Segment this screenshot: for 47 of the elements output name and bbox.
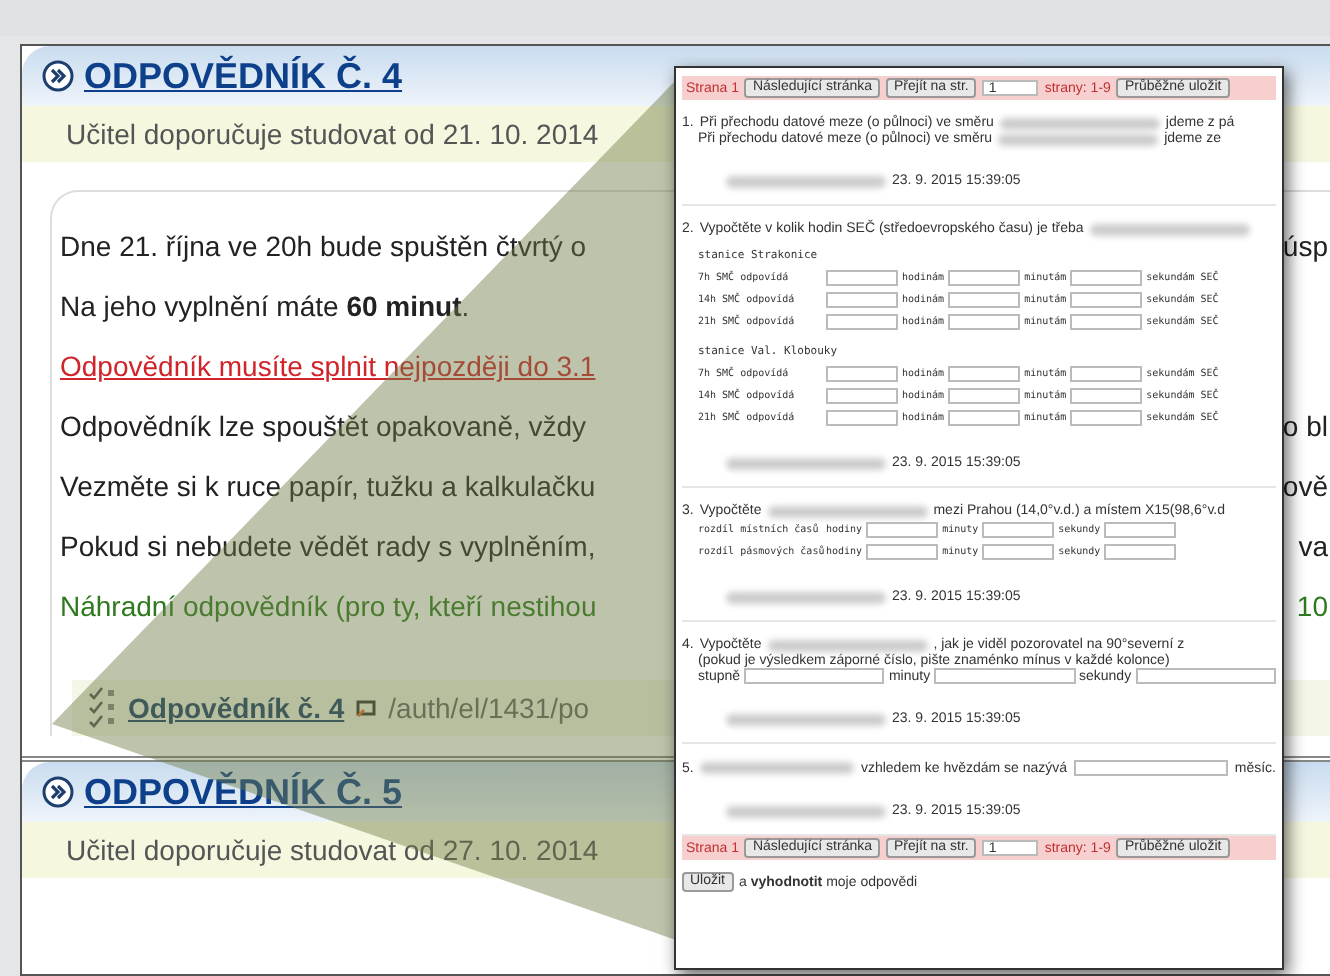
paragraph-text: va — [1298, 530, 1330, 562]
answer-field[interactable] — [1073, 760, 1229, 776]
answer-field[interactable] — [1070, 313, 1143, 329]
answer-field[interactable] — [826, 409, 898, 425]
paragraph-text: Vezměte si k ruce papír, tužku a kalkulačku — [60, 470, 596, 502]
answer-field[interactable] — [948, 269, 1021, 285]
double-chevron-icon — [42, 60, 74, 92]
answer-field[interactable] — [948, 409, 1021, 425]
new-window-icon[interactable] — [356, 699, 377, 717]
answer-field[interactable] — [1104, 543, 1177, 559]
answer-field[interactable] — [826, 313, 898, 329]
answer-field[interactable] — [1070, 409, 1143, 425]
paragraph-text: Na jeho vyplnění máte 60 minut. — [60, 290, 470, 322]
resource-link[interactable]: Odpovědník č. 4 — [128, 692, 345, 724]
answer-field[interactable] — [934, 668, 1075, 684]
answer-field[interactable] — [866, 543, 939, 559]
answer-field[interactable] — [948, 291, 1021, 307]
answer-field[interactable] — [948, 387, 1021, 403]
paragraph-text: 10 — [1296, 590, 1330, 622]
resource-path: /auth/el/1431/po — [388, 692, 590, 724]
answer-field[interactable] — [826, 387, 898, 403]
answer-field[interactable] — [744, 668, 885, 684]
paragraph-text: Odpovědník lze spouštět opakovaně, vždy — [60, 410, 587, 442]
answer-field[interactable] — [1070, 291, 1143, 307]
paragraph-text: Dne 21. října ve 20h bude spuštěn čtvrtý o — [60, 230, 587, 262]
answer-field[interactable] — [826, 291, 898, 307]
answer-field[interactable] — [826, 365, 898, 381]
answer-field[interactable] — [1104, 521, 1177, 537]
paragraph-text: ově — [1282, 470, 1330, 502]
answer-field[interactable] — [826, 269, 898, 285]
answer-field[interactable] — [1070, 269, 1143, 285]
answer-field[interactable] — [1070, 365, 1143, 381]
paragraph-text: Náhradní odpovědník (pro ty, kteří nestihou — [60, 590, 597, 622]
section-title[interactable]: ODPOVĚDNÍK Č. 4 — [84, 55, 403, 97]
double-chevron-icon — [42, 776, 74, 808]
answer-field[interactable] — [982, 543, 1055, 559]
paragraph-text: o bl — [1282, 410, 1330, 442]
section-title[interactable]: ODPOVĚDNÍK Č. 5 — [84, 771, 403, 813]
deadline-link[interactable]: Odpovědník musíte splnit nejpozději do 3.1 — [60, 350, 596, 382]
answer-field[interactable] — [948, 313, 1021, 329]
answer-field[interactable] — [948, 365, 1021, 381]
answer-field[interactable] — [1070, 387, 1143, 403]
answer-field[interactable] — [866, 521, 939, 537]
checklist-icon — [88, 686, 116, 730]
answer-field[interactable] — [982, 521, 1055, 537]
answer-field[interactable] — [1135, 668, 1276, 684]
paragraph-text: úsp — [1282, 230, 1330, 262]
